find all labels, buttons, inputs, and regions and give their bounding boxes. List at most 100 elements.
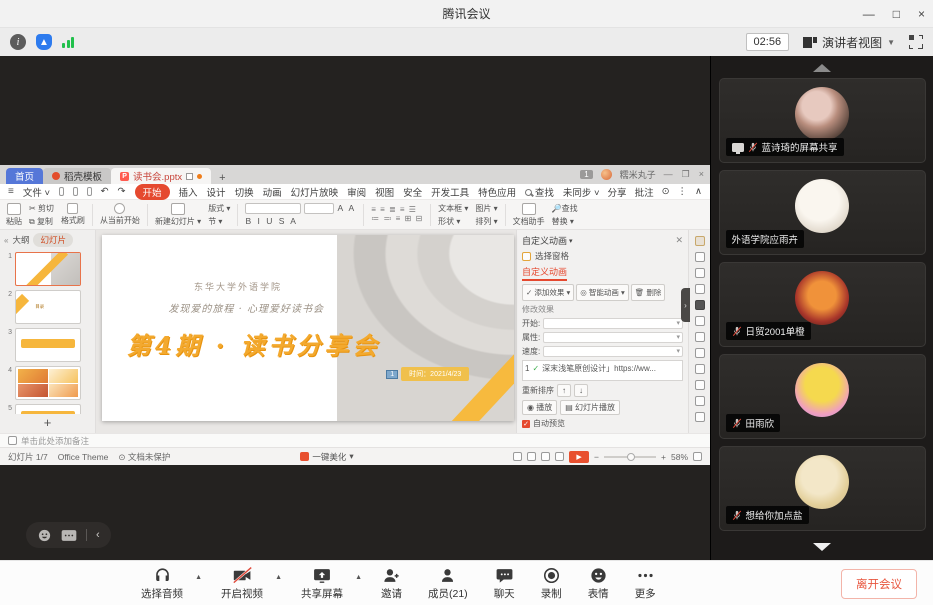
slide-thumbnail-5[interactable]: 5 (2, 404, 91, 414)
chat-button[interactable]: 聊天 (481, 566, 528, 601)
doc-assistant-button[interactable]: 文档助手 (513, 203, 545, 227)
notification-badge[interactable]: 1 (580, 170, 592, 179)
delete-effect-button[interactable]: 🗑 删除 (631, 284, 666, 301)
menu-start[interactable]: 开始 (135, 184, 170, 200)
menu-review[interactable]: 审阅 (347, 185, 366, 199)
strip-animation-icon[interactable] (695, 236, 705, 246)
minimize-button[interactable]: — (863, 8, 875, 20)
reading-view-icon[interactable] (541, 452, 550, 461)
reorder-down-button[interactable]: ↓ (574, 384, 588, 397)
beautify-button[interactable]: 一键美化 ▾ (300, 451, 353, 463)
text-format-buttons[interactable]: B I U S A (245, 216, 356, 226)
wps-tab-document[interactable]: P 读书会.pptx (111, 168, 211, 184)
share-screen-button[interactable]: 共享屏幕 ▲ (288, 566, 356, 601)
wps-window-controls[interactable]: —❐× (664, 169, 704, 180)
zoom-in-button[interactable]: + (661, 452, 666, 462)
collapse-ribbon-icon[interactable]: ∧ (695, 186, 702, 197)
menu-transition[interactable]: 切换 (235, 185, 254, 199)
strip-layout-icon[interactable] (695, 284, 705, 294)
participant-tile[interactable]: 田雨欣 (719, 354, 926, 439)
menu-file[interactable]: 文件 ˅ (23, 185, 50, 199)
strip-notes-icon[interactable] (695, 300, 705, 310)
copy-button[interactable]: ⧉ 复制 (29, 216, 54, 227)
selection-pane-label[interactable]: 选择窗格 (535, 250, 569, 262)
chevron-down-icon[interactable]: ▾ (569, 237, 573, 245)
menu-features[interactable]: 特色应用 (478, 185, 516, 199)
scroll-up-arrow[interactable] (813, 64, 831, 72)
strip-settings-icon[interactable] (695, 396, 705, 406)
strip-design-icon[interactable] (695, 268, 705, 278)
play-animation-button[interactable]: ◉ 播放 (522, 400, 557, 415)
participant-tile[interactable]: 外语学院应雨卉 (719, 170, 926, 255)
notes-bar[interactable]: 单击此处添加备注 (0, 433, 710, 447)
more-menu-icon[interactable]: ⋮ (678, 186, 688, 197)
add-effect-button[interactable]: ✓ 添加效果 ▾ (522, 284, 574, 301)
print-icon[interactable] (73, 187, 78, 196)
reorder-up-button[interactable]: ↑ (557, 384, 571, 397)
meeting-info-icon[interactable]: i (10, 34, 26, 50)
fullscreen-button[interactable] (909, 35, 923, 49)
format-painter-button[interactable]: 格式刷 (61, 203, 85, 226)
find-button[interactable]: 🔎查找 (552, 203, 578, 214)
picture-button[interactable]: 图片 ▾ (475, 203, 497, 214)
comment-button[interactable]: 批注 (635, 185, 654, 199)
strip-export-icon[interactable] (695, 332, 705, 342)
collapse-pill-icon[interactable]: ‹ (96, 529, 100, 541)
strip-template-icon[interactable] (695, 316, 705, 326)
share-options-caret[interactable]: ▲ (355, 574, 362, 581)
strip-history-icon[interactable] (695, 412, 705, 422)
arrange-button[interactable]: 排列 ▾ (475, 216, 497, 227)
caption-keyboard-icon[interactable] (61, 529, 77, 542)
audio-button[interactable]: 选择音频 ▲ (128, 566, 196, 601)
slide-thumbnail-4[interactable]: 4 (2, 366, 91, 400)
play-from-current-button[interactable]: 从当前开始 (100, 203, 140, 226)
paragraph-align-buttons[interactable]: ≡ ≡ ≣ ≡ ☰≔ ≕ ≡ ⊞ ⊟ (371, 206, 423, 224)
smart-animation-button[interactable]: ◎ 智能动画 ▾ (576, 284, 629, 301)
wps-tab-home[interactable]: 首页 (6, 168, 43, 184)
menu-slideshow[interactable]: 幻灯片放映 (291, 185, 339, 199)
add-slide-button[interactable]: + (0, 414, 95, 433)
collapse-panel-icon[interactable]: « (4, 236, 8, 245)
current-slide[interactable]: 东华大学外语学院 发现爱的旅程 · 心理爱好读书会 第4期 · 读书分享会 1 … (102, 235, 514, 421)
shape-button[interactable]: 形状 ▾ (438, 216, 468, 227)
menu-design[interactable]: 设计 (207, 185, 226, 199)
slideshow-play-icon[interactable]: ▶ (569, 451, 589, 463)
preview-icon[interactable] (87, 187, 92, 196)
menu-insert[interactable]: 插入 (179, 185, 198, 199)
sorter-view-icon[interactable] (527, 452, 536, 461)
replace-button[interactable]: 替换 ▾ (552, 216, 578, 227)
font-family-select[interactable] (245, 203, 301, 214)
font-grow-shrink[interactable]: A A (337, 203, 356, 214)
wps-tab-docer[interactable]: 稻壳模板 (43, 168, 111, 184)
participant-tile[interactable]: 想给你加点盐 (719, 446, 926, 531)
menu-find[interactable]: 查找 (525, 185, 554, 199)
auto-preview-checkbox[interactable]: ✓ (522, 420, 530, 428)
layout-button[interactable]: 版式 ▾ (208, 203, 230, 214)
paste-button[interactable]: 粘贴 (6, 203, 22, 227)
invite-button[interactable]: 邀请 (368, 566, 415, 601)
textbox-button[interactable]: 文本框 ▾ (438, 203, 468, 214)
strip-transition-icon[interactable] (695, 252, 705, 262)
view-mode-selector[interactable]: 演讲者视图 ▼ (803, 34, 895, 51)
scroll-down-arrow[interactable] (813, 543, 831, 551)
menu-animation[interactable]: 动画 (263, 185, 282, 199)
panel-expand-handle[interactable]: › (681, 288, 690, 322)
strip-audio-icon[interactable] (695, 380, 705, 390)
doc-protect-status[interactable]: ⊙ 文档未保护 (118, 451, 170, 463)
new-tab-button[interactable]: + (219, 172, 225, 184)
participant-tile[interactable]: 蓝诗琦的屏幕共享 (719, 78, 926, 163)
hamburger-icon[interactable]: ≡ (8, 186, 14, 197)
strip-media-icon[interactable] (695, 364, 705, 374)
show-view-icon[interactable] (555, 452, 564, 461)
slide-thumbnail-1[interactable]: 1 (2, 252, 91, 286)
cloud-sync-status[interactable]: 未同步 ˅ (563, 185, 600, 199)
menu-security[interactable]: 安全 (403, 185, 422, 199)
close-button[interactable]: × (918, 8, 925, 20)
emoji-quick-icon[interactable] (37, 528, 52, 543)
video-button[interactable]: 开启视频 ▲ (208, 566, 276, 601)
zoom-slider[interactable] (604, 456, 656, 458)
animation-list[interactable]: 1 ✓ 深末浅笔原创设计」https://ww... (522, 360, 683, 381)
strip-chart-icon[interactable] (695, 348, 705, 358)
more-button[interactable]: 更多 (622, 566, 669, 601)
audio-options-caret[interactable]: ▲ (195, 574, 202, 581)
